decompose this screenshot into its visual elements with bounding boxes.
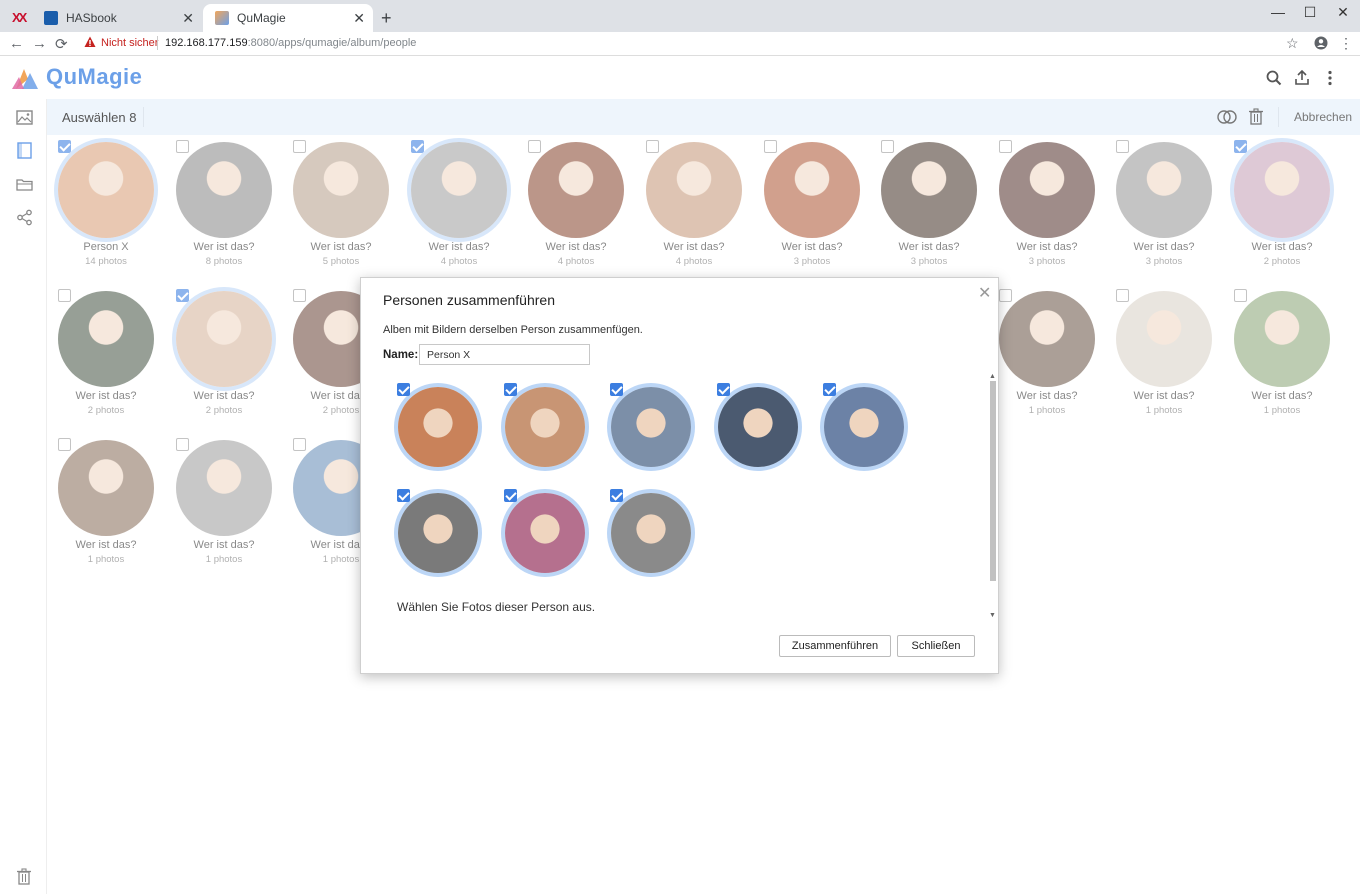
scroll-up-icon[interactable]: ▲: [989, 373, 996, 380]
dialog-hint: Wählen Sie Fotos dieser Person aus.: [397, 600, 596, 614]
folder-icon[interactable]: [16, 176, 33, 193]
forward-icon[interactable]: →: [32, 35, 47, 52]
insecure-label[interactable]: Nicht sicher: [101, 37, 158, 49]
tab-title: QuMagie: [237, 11, 286, 25]
album-icon[interactable]: [16, 142, 33, 159]
merge-face-item[interactable]: [490, 480, 596, 586]
maximize-button[interactable]: ☐: [1300, 4, 1320, 21]
url-path: :8080/apps/qumagie/album/people: [247, 37, 417, 49]
merge-face-checkbox[interactable]: [716, 383, 730, 396]
person-name-input[interactable]: [419, 344, 590, 365]
merge-face-thumbnail[interactable]: [611, 387, 691, 467]
share-icon[interactable]: [16, 209, 33, 226]
tab-qumagie[interactable]: QuMagie ✕: [203, 4, 373, 32]
url-host: 192.168.177.159: [165, 37, 248, 49]
warning-icon: [84, 36, 96, 47]
merge-face-item[interactable]: [490, 374, 596, 480]
merge-persons-dialog: Personen zusammenführen ✕ Alben mit Bild…: [360, 277, 999, 674]
qumagie-favicon-icon: [215, 11, 229, 25]
merge-face-thumbnail[interactable]: [824, 387, 904, 467]
browser-toolbar: ← → ⟳ Nicht sicher 192.168.177.159:8080/…: [0, 32, 1360, 56]
merge-face-item[interactable]: [383, 374, 489, 480]
back-icon[interactable]: ←: [9, 35, 24, 52]
delete-icon[interactable]: [1248, 108, 1264, 125]
actionbar-divider: [143, 107, 144, 127]
browser-tab-bar: XX HASbook ✕ QuMagie ✕ + — ☐ ✕: [0, 0, 1360, 32]
merge-face-checkbox[interactable]: [397, 489, 410, 502]
merge-face-item[interactable]: [596, 480, 702, 586]
merge-icon[interactable]: [1217, 109, 1237, 125]
name-label: Name:: [383, 349, 419, 361]
merge-face-thumbnail[interactable]: [398, 387, 478, 467]
merge-face-item[interactable]: [383, 480, 489, 586]
photos-icon[interactable]: [16, 109, 33, 126]
reload-icon[interactable]: ⟳: [55, 35, 68, 53]
minimize-button[interactable]: —: [1268, 4, 1288, 20]
tab-close-icon[interactable]: ✕: [182, 10, 194, 27]
new-tab-button[interactable]: +: [381, 8, 392, 29]
scroll-down-icon[interactable]: ▼: [989, 612, 996, 619]
merge-face-checkbox[interactable]: [823, 383, 836, 396]
dialog-title: Personen zusammenführen: [383, 292, 555, 308]
merge-face-thumbnail[interactable]: [504, 493, 585, 573]
merge-button[interactable]: Zusammenführen: [779, 635, 891, 657]
dialog-close-icon[interactable]: ✕: [978, 283, 991, 303]
search-icon[interactable]: [1265, 69, 1283, 87]
merge-face-list: [383, 374, 995, 621]
merge-face-item[interactable]: [596, 374, 702, 480]
tab-close-icon[interactable]: ✕: [353, 10, 365, 27]
tab-title: HASbook: [66, 11, 117, 25]
merge-face-checkbox[interactable]: [397, 383, 410, 396]
close-button[interactable]: Schließen: [897, 635, 975, 657]
left-sidebar: [0, 99, 47, 894]
merge-face-thumbnail[interactable]: [717, 387, 798, 467]
profile-icon[interactable]: [1314, 36, 1328, 50]
merge-face-checkbox[interactable]: [503, 383, 517, 396]
bookmark-star-icon[interactable]: ☆: [1286, 35, 1299, 52]
tab-hasbook[interactable]: HASbook ✕: [32, 4, 202, 32]
merge-face-thumbnail[interactable]: [398, 493, 478, 573]
dialog-description: Alben mit Bildern derselben Person zusam…: [383, 324, 643, 336]
merge-face-item[interactable]: [703, 374, 809, 480]
merge-face-thumbnail[interactable]: [611, 493, 691, 573]
merge-face-checkbox[interactable]: [503, 489, 517, 502]
merge-face-checkbox[interactable]: [610, 383, 623, 396]
merge-face-thumbnail[interactable]: [504, 387, 585, 467]
hasbook-favicon-icon: [44, 11, 58, 25]
dialog-scroll-thumb[interactable]: [990, 381, 996, 581]
merge-face-item[interactable]: [809, 374, 915, 480]
app-header: QuMagie: [0, 57, 1360, 99]
more-vert-icon[interactable]: [1321, 69, 1339, 87]
address-bar[interactable]: 192.168.177.159:8080/apps/qumagie/album/…: [165, 37, 416, 49]
merge-face-checkbox[interactable]: [610, 489, 623, 502]
cancel-button[interactable]: Abbrechen: [1294, 110, 1352, 124]
window-close-button[interactable]: ✕: [1333, 4, 1353, 21]
brand-logo: XX: [12, 10, 27, 25]
selection-action-bar: Auswählen 8 Abbrechen: [47, 99, 1360, 135]
selection-count[interactable]: Auswählen 8: [62, 110, 136, 125]
app-logo-text: QuMagie: [46, 64, 143, 89]
upload-icon[interactable]: [1293, 69, 1311, 87]
trash-icon[interactable]: [16, 868, 32, 885]
actionbar-divider: [1278, 107, 1279, 127]
browser-menu-icon[interactable]: ⋮: [1339, 35, 1353, 52]
url-separator: [157, 36, 158, 50]
qumagie-logo-icon: [12, 69, 38, 89]
